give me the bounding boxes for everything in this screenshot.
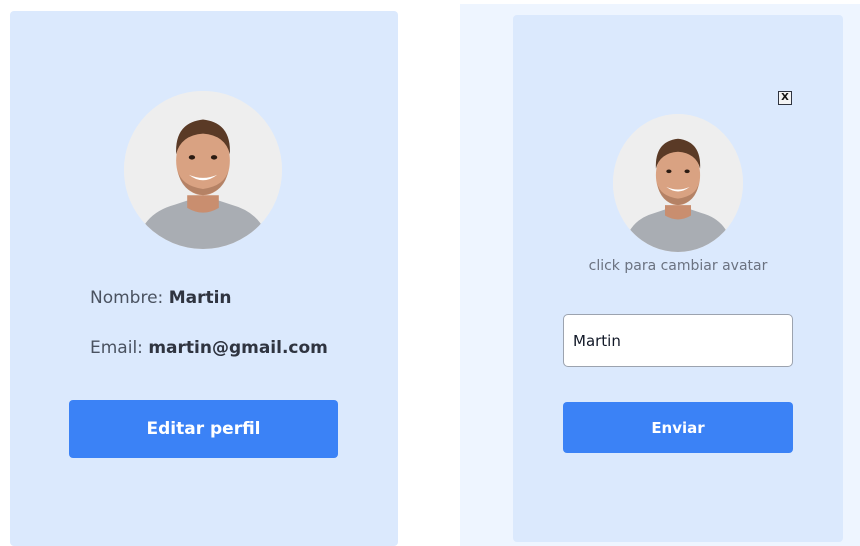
name-value: Martin (168, 288, 232, 308)
submit-button[interactable]: Enviar (563, 402, 793, 453)
email-label: Email: (90, 338, 143, 358)
email-value: martin@gmail.com (148, 338, 328, 358)
name-input[interactable] (563, 314, 793, 367)
change-avatar-image[interactable] (613, 114, 743, 252)
change-avatar-hint: click para cambiar avatar (588, 258, 768, 274)
name-line: Nombre: Martin (90, 288, 232, 308)
edit-modal-overlay: X click para cambiar avatar Enviar (460, 4, 860, 546)
profile-card: Nombre: Martin Email: martin@gmail.com E… (10, 11, 398, 546)
profile-avatar (124, 91, 282, 249)
email-line: Email: martin@gmail.com (90, 338, 328, 358)
name-label: Nombre: (90, 288, 164, 308)
close-button[interactable]: X (778, 91, 792, 105)
avatar-photo (613, 114, 743, 252)
edit-profile-modal: X click para cambiar avatar Enviar (513, 15, 843, 542)
avatar-photo (124, 91, 282, 249)
edit-profile-button[interactable]: Editar perfil (69, 400, 338, 458)
page: Nombre: Martin Email: martin@gmail.com E… (0, 0, 860, 546)
